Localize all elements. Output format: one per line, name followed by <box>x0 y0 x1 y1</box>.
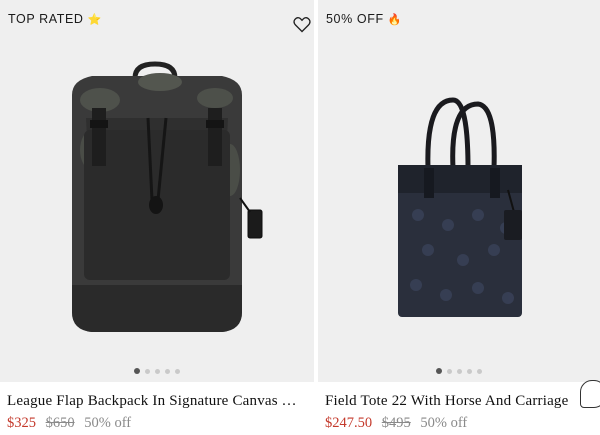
carousel-dot[interactable] <box>447 368 452 374</box>
product-title[interactable]: Field Tote 22 With Horse And Carriage <box>325 393 595 410</box>
original-price: $495 <box>381 415 411 431</box>
product-image-area[interactable]: TOP RATED ⭐ <box>0 0 314 382</box>
badge-label: 50% OFF <box>326 12 384 26</box>
original-price: $650 <box>45 415 75 431</box>
badge-label: TOP RATED <box>8 12 84 26</box>
product-title[interactable]: League Flap Backpack In Signature Canvas… <box>7 393 307 410</box>
image-carousel-dots[interactable] <box>436 368 482 374</box>
sale-price: $247.50 <box>325 415 373 431</box>
product-image-area[interactable]: 50% OFF 🔥 <box>318 0 600 382</box>
carousel-dot[interactable] <box>467 368 472 374</box>
carousel-dot[interactable] <box>165 368 170 374</box>
star-icon: ⭐ <box>87 14 102 26</box>
badge-top-rated: TOP RATED ⭐ <box>8 12 102 26</box>
image-carousel-dots[interactable] <box>134 368 180 374</box>
tote-image[interactable] <box>318 0 600 382</box>
carousel-dot[interactable] <box>134 368 140 374</box>
carousel-dot[interactable] <box>155 368 160 374</box>
fire-icon: 🔥 <box>387 14 402 26</box>
carousel-dot[interactable] <box>145 368 150 374</box>
carousel-dot[interactable] <box>477 368 482 374</box>
carousel-dot[interactable] <box>436 368 442 374</box>
sale-price: $325 <box>7 415 36 431</box>
badge-sale: 50% OFF 🔥 <box>326 12 402 26</box>
discount-label: 50% off <box>84 415 132 431</box>
product-card-tote[interactable]: 50% OFF 🔥 Field Tote 22 With Horse And Ca… <box>318 0 600 435</box>
carousel-dot[interactable] <box>175 368 180 374</box>
product-grid: TOP RATED ⭐ League Flap Backpack In Signa… <box>0 0 600 435</box>
chat-bubble-icon[interactable] <box>580 380 600 408</box>
carousel-dot[interactable] <box>457 368 462 374</box>
discount-label: 50% off <box>420 415 468 431</box>
product-card-backpack[interactable]: TOP RATED ⭐ League Flap Backpack In Signa… <box>0 0 314 435</box>
price-row: $325 $650 50% off <box>7 415 131 432</box>
backpack-image[interactable] <box>0 0 314 382</box>
price-row: $247.50 $495 50% off <box>325 415 467 432</box>
heart-outline-icon[interactable] <box>292 14 312 34</box>
